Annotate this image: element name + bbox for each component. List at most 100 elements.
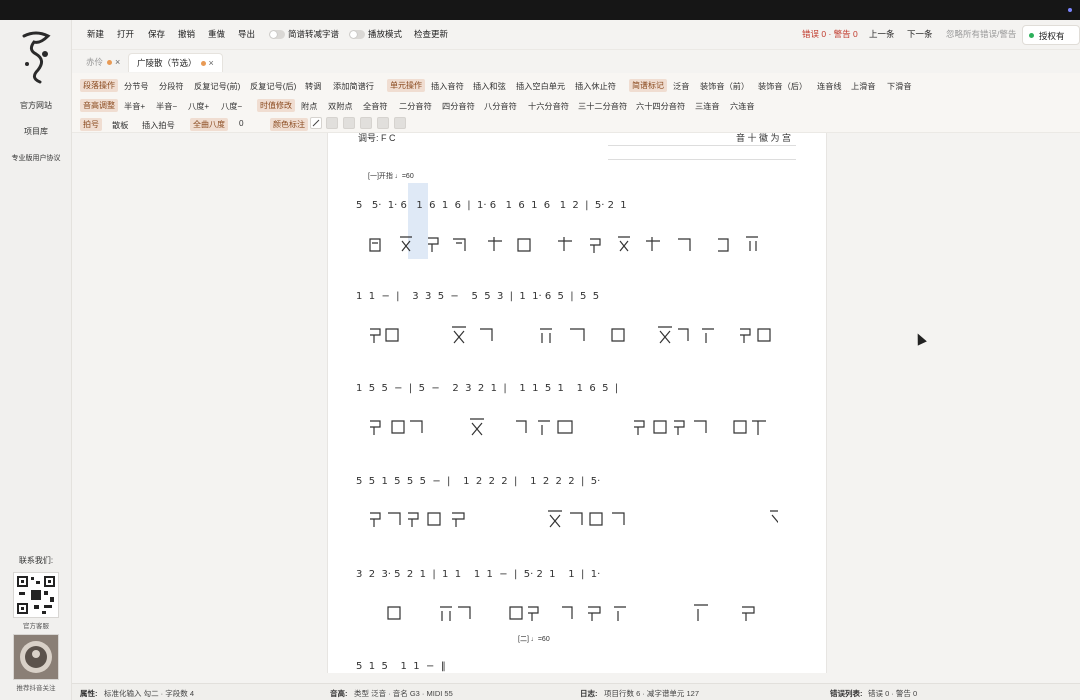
error-list-label: 错误列表: bbox=[830, 689, 863, 698]
close-icon[interactable]: × bbox=[209, 58, 214, 68]
prev-error-button[interactable]: 上一条 bbox=[869, 28, 895, 40]
sextuplet-button[interactable]: 六连音 bbox=[730, 100, 755, 112]
score-sheet[interactable]: 调号: F C 音 十 徽 为 宫 [一]开指 ♩=60 5 5· 1· 6 1… bbox=[327, 133, 827, 673]
jianpu-row[interactable]: 5 1 5 1 1 − ‖ bbox=[356, 661, 446, 672]
unsaved-dot bbox=[107, 59, 113, 65]
color-swatch-4[interactable] bbox=[377, 117, 389, 129]
score-canvas[interactable]: 调号: F C 音 十 徽 为 宫 [一]开指 ♩=60 5 5· 1· 6 1… bbox=[72, 133, 1080, 673]
service-qr-caption: 官方客服 bbox=[23, 623, 49, 630]
insert-blank-unit-button[interactable]: 插入空白单元 bbox=[516, 80, 565, 92]
next-error-button[interactable]: 下一条 bbox=[907, 28, 933, 40]
pitch-value: 类型 泛音 · 音名 G3 · MIDI 55 bbox=[354, 689, 453, 698]
jianzipu-glyph-row bbox=[370, 326, 771, 344]
grace-after-button[interactable]: 装饰音（后） bbox=[758, 80, 807, 92]
glide-up-button[interactable]: 上滑音 bbox=[851, 80, 876, 92]
section-heading: [一]开指 ♩=60 bbox=[368, 173, 414, 180]
paragraph-ops-category: 段落操作 bbox=[80, 79, 118, 92]
jianzipu-glyph-row bbox=[370, 510, 778, 528]
pen-icon[interactable] bbox=[310, 117, 322, 129]
os-menu-bar bbox=[0, 0, 1080, 20]
sixteenth-note-button[interactable]: 十六分音符 bbox=[528, 100, 569, 112]
license-status-button[interactable]: 授权有效 bbox=[1022, 25, 1080, 61]
pitch-adjust-category: 音高调整 bbox=[80, 99, 118, 112]
check-update-button[interactable]: 检查更新 bbox=[414, 28, 448, 40]
playback-mode-label: 播放模式 bbox=[368, 29, 403, 39]
attribute-value: 标准化输入 勾二 · 字段数 4 bbox=[104, 689, 195, 698]
jianpu-row[interactable]: 1 1 − | 3 3 5 − 5 5 3 | 1 1· 6 5 | 5 5 bbox=[356, 291, 599, 302]
official-site-link[interactable]: 官方网站 bbox=[0, 100, 72, 111]
jianpu-row[interactable]: 5 5· 1· 6 1 6 1 6 | 1· 6 1 6 1 6 1 2 | 5… bbox=[356, 200, 627, 211]
tie-button[interactable]: 连音线 bbox=[817, 80, 842, 92]
export-button[interactable]: 导出 bbox=[238, 28, 255, 40]
save-button[interactable]: 保存 bbox=[148, 28, 165, 40]
tab-label: 赤伶 bbox=[86, 57, 104, 67]
modulation-button[interactable]: 转调 bbox=[305, 80, 321, 92]
repeat-start-button[interactable]: 反复记号(前) bbox=[194, 80, 240, 92]
jianpu-row[interactable]: 5 5 1 5 5 5 − | 1 2 2 2 | 1 2 2 2 | 5· bbox=[356, 476, 600, 487]
whole-note-button[interactable]: 全音符 bbox=[363, 100, 388, 112]
free-meter-button[interactable]: 散板 bbox=[112, 119, 128, 131]
time-sig-category: 拍号 bbox=[80, 118, 102, 131]
tab-chiling[interactable]: 赤伶 × bbox=[78, 53, 128, 72]
toolbar: 段落操作 分节号 分段符 反复记号(前) 反复记号(后) 转调 添加简谱行 单元… bbox=[72, 73, 1080, 133]
undo-button[interactable]: 撤销 bbox=[178, 28, 195, 40]
ignore-all-button[interactable]: 忽略所有错误/警告 bbox=[946, 28, 1016, 40]
semitone-down-button[interactable]: 半音− bbox=[156, 100, 177, 112]
global-octave-value[interactable]: 0 bbox=[239, 119, 244, 128]
section-break-button[interactable]: 分段符 bbox=[159, 80, 184, 92]
color-swatch-3[interactable] bbox=[360, 117, 372, 129]
octave-up-button[interactable]: 八度+ bbox=[188, 100, 209, 112]
douyin-qr-caption: 推荐抖音关注 bbox=[16, 685, 56, 692]
tab-label: 广陵散（节选） bbox=[137, 58, 197, 68]
redo-button[interactable]: 重做 bbox=[208, 28, 225, 40]
close-icon[interactable]: × bbox=[115, 57, 120, 67]
jianpu-convert-toggle[interactable] bbox=[269, 30, 285, 39]
status-bar: 属性: 标准化输入 勾二 · 字段数 4 音高: 类型 泛音 · 音名 G3 ·… bbox=[72, 683, 1080, 700]
playback-mode-toggle[interactable] bbox=[349, 30, 365, 39]
octave-down-button[interactable]: 八度− bbox=[221, 100, 242, 112]
jianpu-row[interactable]: 1 5 5 − | 5 − 2 3 2 1 | 1 1 5 1 1 6 5 | bbox=[356, 383, 618, 394]
quarter-note-button[interactable]: 四分音符 bbox=[442, 100, 475, 112]
service-qr-code bbox=[13, 572, 59, 618]
project-library-link[interactable]: 项目库 bbox=[0, 126, 72, 137]
triplet-button[interactable]: 三连音 bbox=[695, 100, 720, 112]
insert-time-sig-button[interactable]: 插入拍号 bbox=[142, 119, 175, 131]
open-button[interactable]: 打开 bbox=[117, 28, 134, 40]
eighth-note-button[interactable]: 八分音符 bbox=[484, 100, 517, 112]
duration-category: 时值修改 bbox=[257, 99, 295, 112]
sixty-fourth-note-button[interactable]: 六十四分音符 bbox=[636, 100, 685, 112]
app-logo bbox=[22, 31, 51, 84]
sidebar: 官方网站 项目库 专业版用户协议 联系我们: 官方客服 推荐抖音关注 bbox=[0, 20, 72, 700]
menu-bar: 新建 打开 保存 撤销 重做 导出 简谱转减字谱 播放模式 检查更新 错误 0 … bbox=[72, 20, 1080, 61]
status-dot bbox=[1068, 8, 1072, 12]
half-note-button[interactable]: 二分音符 bbox=[399, 100, 432, 112]
header-rule bbox=[608, 145, 796, 146]
tab-guanglingsan[interactable]: 广陵散（节选） × bbox=[128, 53, 223, 72]
add-jianpu-row-button[interactable]: 添加简谱行 bbox=[333, 80, 374, 92]
section-heading: [二] ♩=60 bbox=[518, 636, 550, 643]
error-list-value: 错误 0 · 警告 0 bbox=[868, 689, 918, 698]
new-button[interactable]: 新建 bbox=[87, 28, 104, 40]
pro-agreement-link[interactable]: 专业版用户协议 bbox=[0, 153, 72, 163]
thirty-second-note-button[interactable]: 三十二分音符 bbox=[578, 100, 627, 112]
unsaved-dot bbox=[200, 60, 206, 66]
grace-before-button[interactable]: 装饰音（前） bbox=[700, 80, 749, 92]
color-swatch-1[interactable] bbox=[326, 117, 338, 129]
harmonic-button[interactable]: 泛音 bbox=[673, 80, 689, 92]
color-swatch-2[interactable] bbox=[343, 117, 355, 129]
measure-mark-button[interactable]: 分节号 bbox=[124, 80, 149, 92]
log-label: 日志: bbox=[580, 689, 598, 698]
douyin-qr-code bbox=[13, 634, 59, 680]
repeat-end-button[interactable]: 反复记号(后) bbox=[250, 80, 296, 92]
dot-button[interactable]: 附点 bbox=[301, 100, 317, 112]
color-swatch-5[interactable] bbox=[394, 117, 406, 129]
jianpu-row[interactable]: 3 2 3· 5 2 1 | 1 1 1 1 − | 5· 2 1 1 | 1· bbox=[356, 569, 600, 580]
insert-rest-button[interactable]: 插入休止符 bbox=[575, 80, 616, 92]
key-signature-text: 调号: F C bbox=[358, 133, 396, 143]
log-value: 项目行数 6 · 减字谱单元 127 bbox=[604, 689, 700, 698]
double-dot-button[interactable]: 双附点 bbox=[328, 100, 353, 112]
insert-note-button[interactable]: 插入音符 bbox=[431, 80, 464, 92]
glide-down-button[interactable]: 下滑音 bbox=[887, 80, 912, 92]
semitone-up-button[interactable]: 半音+ bbox=[124, 100, 145, 112]
insert-chord-button[interactable]: 插入和弦 bbox=[473, 80, 506, 92]
